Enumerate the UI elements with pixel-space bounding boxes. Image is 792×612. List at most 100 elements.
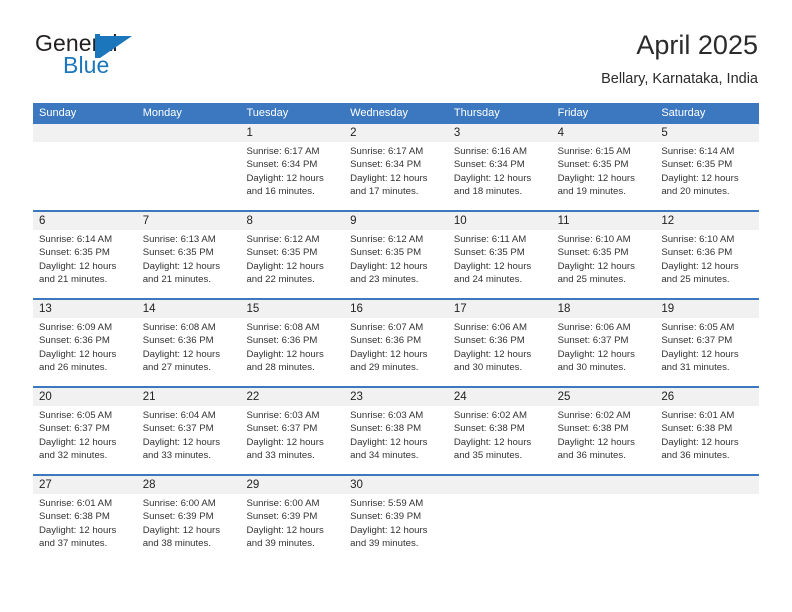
general-blue-logo[interactable]: General Blue bbox=[33, 30, 263, 86]
day-cell-16[interactable]: Sunrise: 6:07 AM Sunset: 6:36 PM Daylight:… bbox=[344, 318, 448, 386]
daylight-text-line2: and 22 minutes. bbox=[246, 273, 315, 285]
day-number-17[interactable]: 17 bbox=[448, 300, 552, 318]
page-title: April 2025 bbox=[636, 30, 758, 60]
day-number-29[interactable]: 29 bbox=[240, 476, 344, 494]
day-cell-19[interactable]: Sunrise: 6:05 AM Sunset: 6:37 PM Daylight:… bbox=[655, 318, 759, 386]
sunrise-text: Sunrise: 6:17 AM bbox=[246, 146, 320, 157]
sunset-text: Sunset: 6:36 PM bbox=[246, 335, 318, 347]
sunset-text: Sunset: 6:34 PM bbox=[246, 159, 318, 171]
day-number-11[interactable]: 11 bbox=[552, 212, 656, 230]
day-cell-8[interactable]: Sunrise: 6:12 AM Sunset: 6:35 PM Daylight:… bbox=[240, 230, 344, 298]
day-number-15[interactable]: 15 bbox=[240, 300, 344, 318]
day-cell-26[interactable]: Sunrise: 6:01 AM Sunset: 6:38 PM Daylight:… bbox=[655, 406, 759, 474]
day-number-30[interactable]: 30 bbox=[344, 476, 448, 494]
daylight-text-line1: Daylight: 12 hours bbox=[661, 348, 739, 360]
day-cell-28[interactable]: Sunrise: 6:00 AM Sunset: 6:39 PM Daylight:… bbox=[137, 494, 241, 564]
day-number-28[interactable]: 28 bbox=[137, 476, 241, 494]
day-cell-17[interactable]: Sunrise: 6:06 AM Sunset: 6:36 PM Daylight:… bbox=[448, 318, 552, 386]
daylight-text-line2: and 39 minutes. bbox=[350, 537, 419, 549]
sunrise-text: Sunrise: 6:00 AM bbox=[246, 498, 320, 509]
day-number-23[interactable]: 23 bbox=[344, 388, 448, 406]
sunrise-text: Sunrise: 6:12 AM bbox=[246, 234, 320, 245]
daylight-text-line2: and 17 minutes. bbox=[350, 185, 419, 197]
day-number-14[interactable]: 14 bbox=[137, 300, 241, 318]
day-cell-23[interactable]: Sunrise: 6:03 AM Sunset: 6:38 PM Daylight:… bbox=[344, 406, 448, 474]
day-cell-12[interactable]: Sunrise: 6:10 AM Sunset: 6:36 PM Daylight:… bbox=[655, 230, 759, 298]
day-number-25[interactable]: 25 bbox=[552, 388, 656, 406]
day-cell-15[interactable]: Sunrise: 6:08 AM Sunset: 6:36 PM Daylight:… bbox=[240, 318, 344, 386]
day-cell-13[interactable]: Sunrise: 6:09 AM Sunset: 6:36 PM Daylight:… bbox=[33, 318, 137, 386]
calendar-table: Sunday Monday Tuesday Wednesday Thursday Frid… bbox=[33, 103, 759, 564]
sunrise-text: Sunrise: 6:16 AM bbox=[453, 146, 527, 157]
day-number-10[interactable]: 10 bbox=[448, 212, 552, 230]
day-number-5[interactable]: 5 bbox=[655, 124, 759, 142]
day-cell-20[interactable]: Sunrise: 6:05 AM Sunset: 6:37 PM Daylight:… bbox=[33, 406, 137, 474]
sunrise-text: Sunrise: 6:09 AM bbox=[39, 322, 113, 333]
day-number-20[interactable]: 20 bbox=[33, 388, 137, 406]
day-cell-18[interactable]: Sunrise: 6:06 AM Sunset: 6:37 PM Daylight:… bbox=[552, 318, 656, 386]
day-cell-24[interactable]: Sunrise: 6:02 AM Sunset: 6:38 PM Daylight:… bbox=[448, 406, 552, 474]
daylight-text-line1: Daylight: 12 hours bbox=[557, 172, 635, 184]
daylight-text-line2: and 39 minutes. bbox=[246, 537, 315, 549]
day-number-22[interactable]: 22 bbox=[240, 388, 344, 406]
day-number-1[interactable]: 1 bbox=[240, 124, 344, 142]
daylight-text-line1: Daylight: 12 hours bbox=[557, 260, 635, 272]
day-cell-27[interactable]: Sunrise: 6:01 AM Sunset: 6:38 PM Daylight:… bbox=[33, 494, 137, 564]
day-number-26[interactable]: 26 bbox=[655, 388, 759, 406]
daylight-text-line2: and 26 minutes. bbox=[39, 361, 108, 373]
day-cell-6[interactable]: Sunrise: 6:14 AM Sunset: 6:35 PM Daylight:… bbox=[33, 230, 137, 298]
day-cell-21[interactable]: Sunrise: 6:04 AM Sunset: 6:37 PM Daylight:… bbox=[137, 406, 241, 474]
day-cell-1[interactable]: Sunrise: 6:17 AM Sunset: 6:34 PM Daylight:… bbox=[240, 142, 344, 210]
day-cell-4[interactable]: Sunrise: 6:15 AM Sunset: 6:35 PM Daylight:… bbox=[552, 142, 656, 210]
weekday-header-tuesday: Tuesday bbox=[246, 107, 289, 119]
daylight-text-line1: Daylight: 12 hours bbox=[246, 348, 324, 360]
sunrise-text: Sunrise: 6:13 AM bbox=[142, 234, 216, 245]
sunrise-text: Sunrise: 6:02 AM bbox=[453, 410, 527, 421]
day-number-9[interactable]: 9 bbox=[344, 212, 448, 230]
day-cell-11[interactable]: Sunrise: 6:10 AM Sunset: 6:35 PM Daylight:… bbox=[552, 230, 656, 298]
sunset-text: Sunset: 6:37 PM bbox=[142, 423, 214, 435]
day-cell-2[interactable]: Sunrise: 6:17 AM Sunset: 6:34 PM Daylight:… bbox=[344, 142, 448, 210]
daylight-text-line2: and 25 minutes. bbox=[557, 273, 626, 285]
day-number-6[interactable]: 6 bbox=[33, 212, 137, 230]
day-number-13[interactable]: 13 bbox=[33, 300, 137, 318]
sunset-text: Sunset: 6:35 PM bbox=[661, 159, 733, 171]
day-number-16[interactable]: 16 bbox=[344, 300, 448, 318]
day-cell-10[interactable]: Sunrise: 6:11 AM Sunset: 6:35 PM Daylight:… bbox=[448, 230, 552, 298]
day-number-12[interactable]: 12 bbox=[655, 212, 759, 230]
day-number-3[interactable]: 3 bbox=[448, 124, 552, 142]
day-number-27[interactable]: 27 bbox=[33, 476, 137, 494]
calendar-week-row: 20 21 22 23 24 25 26 Sunrise: 6:05 AM Sunset: 6:… bbox=[33, 386, 759, 474]
day-cell-14[interactable]: Sunrise: 6:08 AM Sunset: 6:36 PM Daylight:… bbox=[137, 318, 241, 386]
day-number-7[interactable]: 7 bbox=[137, 212, 241, 230]
calendar-weeks: 1 2 3 4 5 Sunrise: 6:17 AM Sunset: 6:34 PM Dayl… bbox=[33, 124, 759, 564]
daylight-text-line1: Daylight: 12 hours bbox=[246, 260, 324, 272]
day-number-24[interactable]: 24 bbox=[448, 388, 552, 406]
day-cell-30[interactable]: Sunrise: 5:59 AM Sunset: 6:39 PM Daylight:… bbox=[344, 494, 448, 564]
week-date-number-band: 20 21 22 23 24 25 26 bbox=[33, 388, 759, 406]
sunrise-text: Sunrise: 6:07 AM bbox=[350, 322, 424, 333]
day-number-4[interactable]: 4 bbox=[552, 124, 656, 142]
day-number-2[interactable]: 2 bbox=[344, 124, 448, 142]
daylight-text-line1: Daylight: 12 hours bbox=[350, 524, 428, 536]
sunset-text: Sunset: 6:37 PM bbox=[557, 335, 629, 347]
day-cell-9[interactable]: Sunrise: 6:12 AM Sunset: 6:35 PM Daylight:… bbox=[344, 230, 448, 298]
day-cell-25[interactable]: Sunrise: 6:02 AM Sunset: 6:38 PM Daylight:… bbox=[552, 406, 656, 474]
day-cell-7[interactable]: Sunrise: 6:13 AM Sunset: 6:35 PM Daylight:… bbox=[137, 230, 241, 298]
sunset-text: Sunset: 6:36 PM bbox=[350, 335, 422, 347]
day-number-19[interactable]: 19 bbox=[655, 300, 759, 318]
day-cell-22[interactable]: Sunrise: 6:03 AM Sunset: 6:37 PM Daylight:… bbox=[240, 406, 344, 474]
day-cell-29[interactable]: Sunrise: 6:00 AM Sunset: 6:39 PM Daylight:… bbox=[240, 494, 344, 564]
day-number-8[interactable]: 8 bbox=[240, 212, 344, 230]
day-number-empty bbox=[33, 124, 137, 142]
daylight-text-line1: Daylight: 12 hours bbox=[557, 348, 635, 360]
sunrise-text: Sunrise: 6:11 AM bbox=[453, 234, 527, 245]
day-number-18[interactable]: 18 bbox=[552, 300, 656, 318]
day-cell-3[interactable]: Sunrise: 6:16 AM Sunset: 6:34 PM Daylight:… bbox=[448, 142, 552, 210]
daylight-text-line1: Daylight: 12 hours bbox=[39, 436, 117, 448]
sunset-text: Sunset: 6:39 PM bbox=[142, 511, 214, 523]
week-date-number-band: 13 14 15 16 17 18 19 bbox=[33, 300, 759, 318]
daylight-text-line2: and 18 minutes. bbox=[453, 185, 523, 197]
day-number-21[interactable]: 21 bbox=[137, 388, 241, 406]
day-cell-5[interactable]: Sunrise: 6:14 AM Sunset: 6:35 PM Daylight:… bbox=[655, 142, 759, 210]
